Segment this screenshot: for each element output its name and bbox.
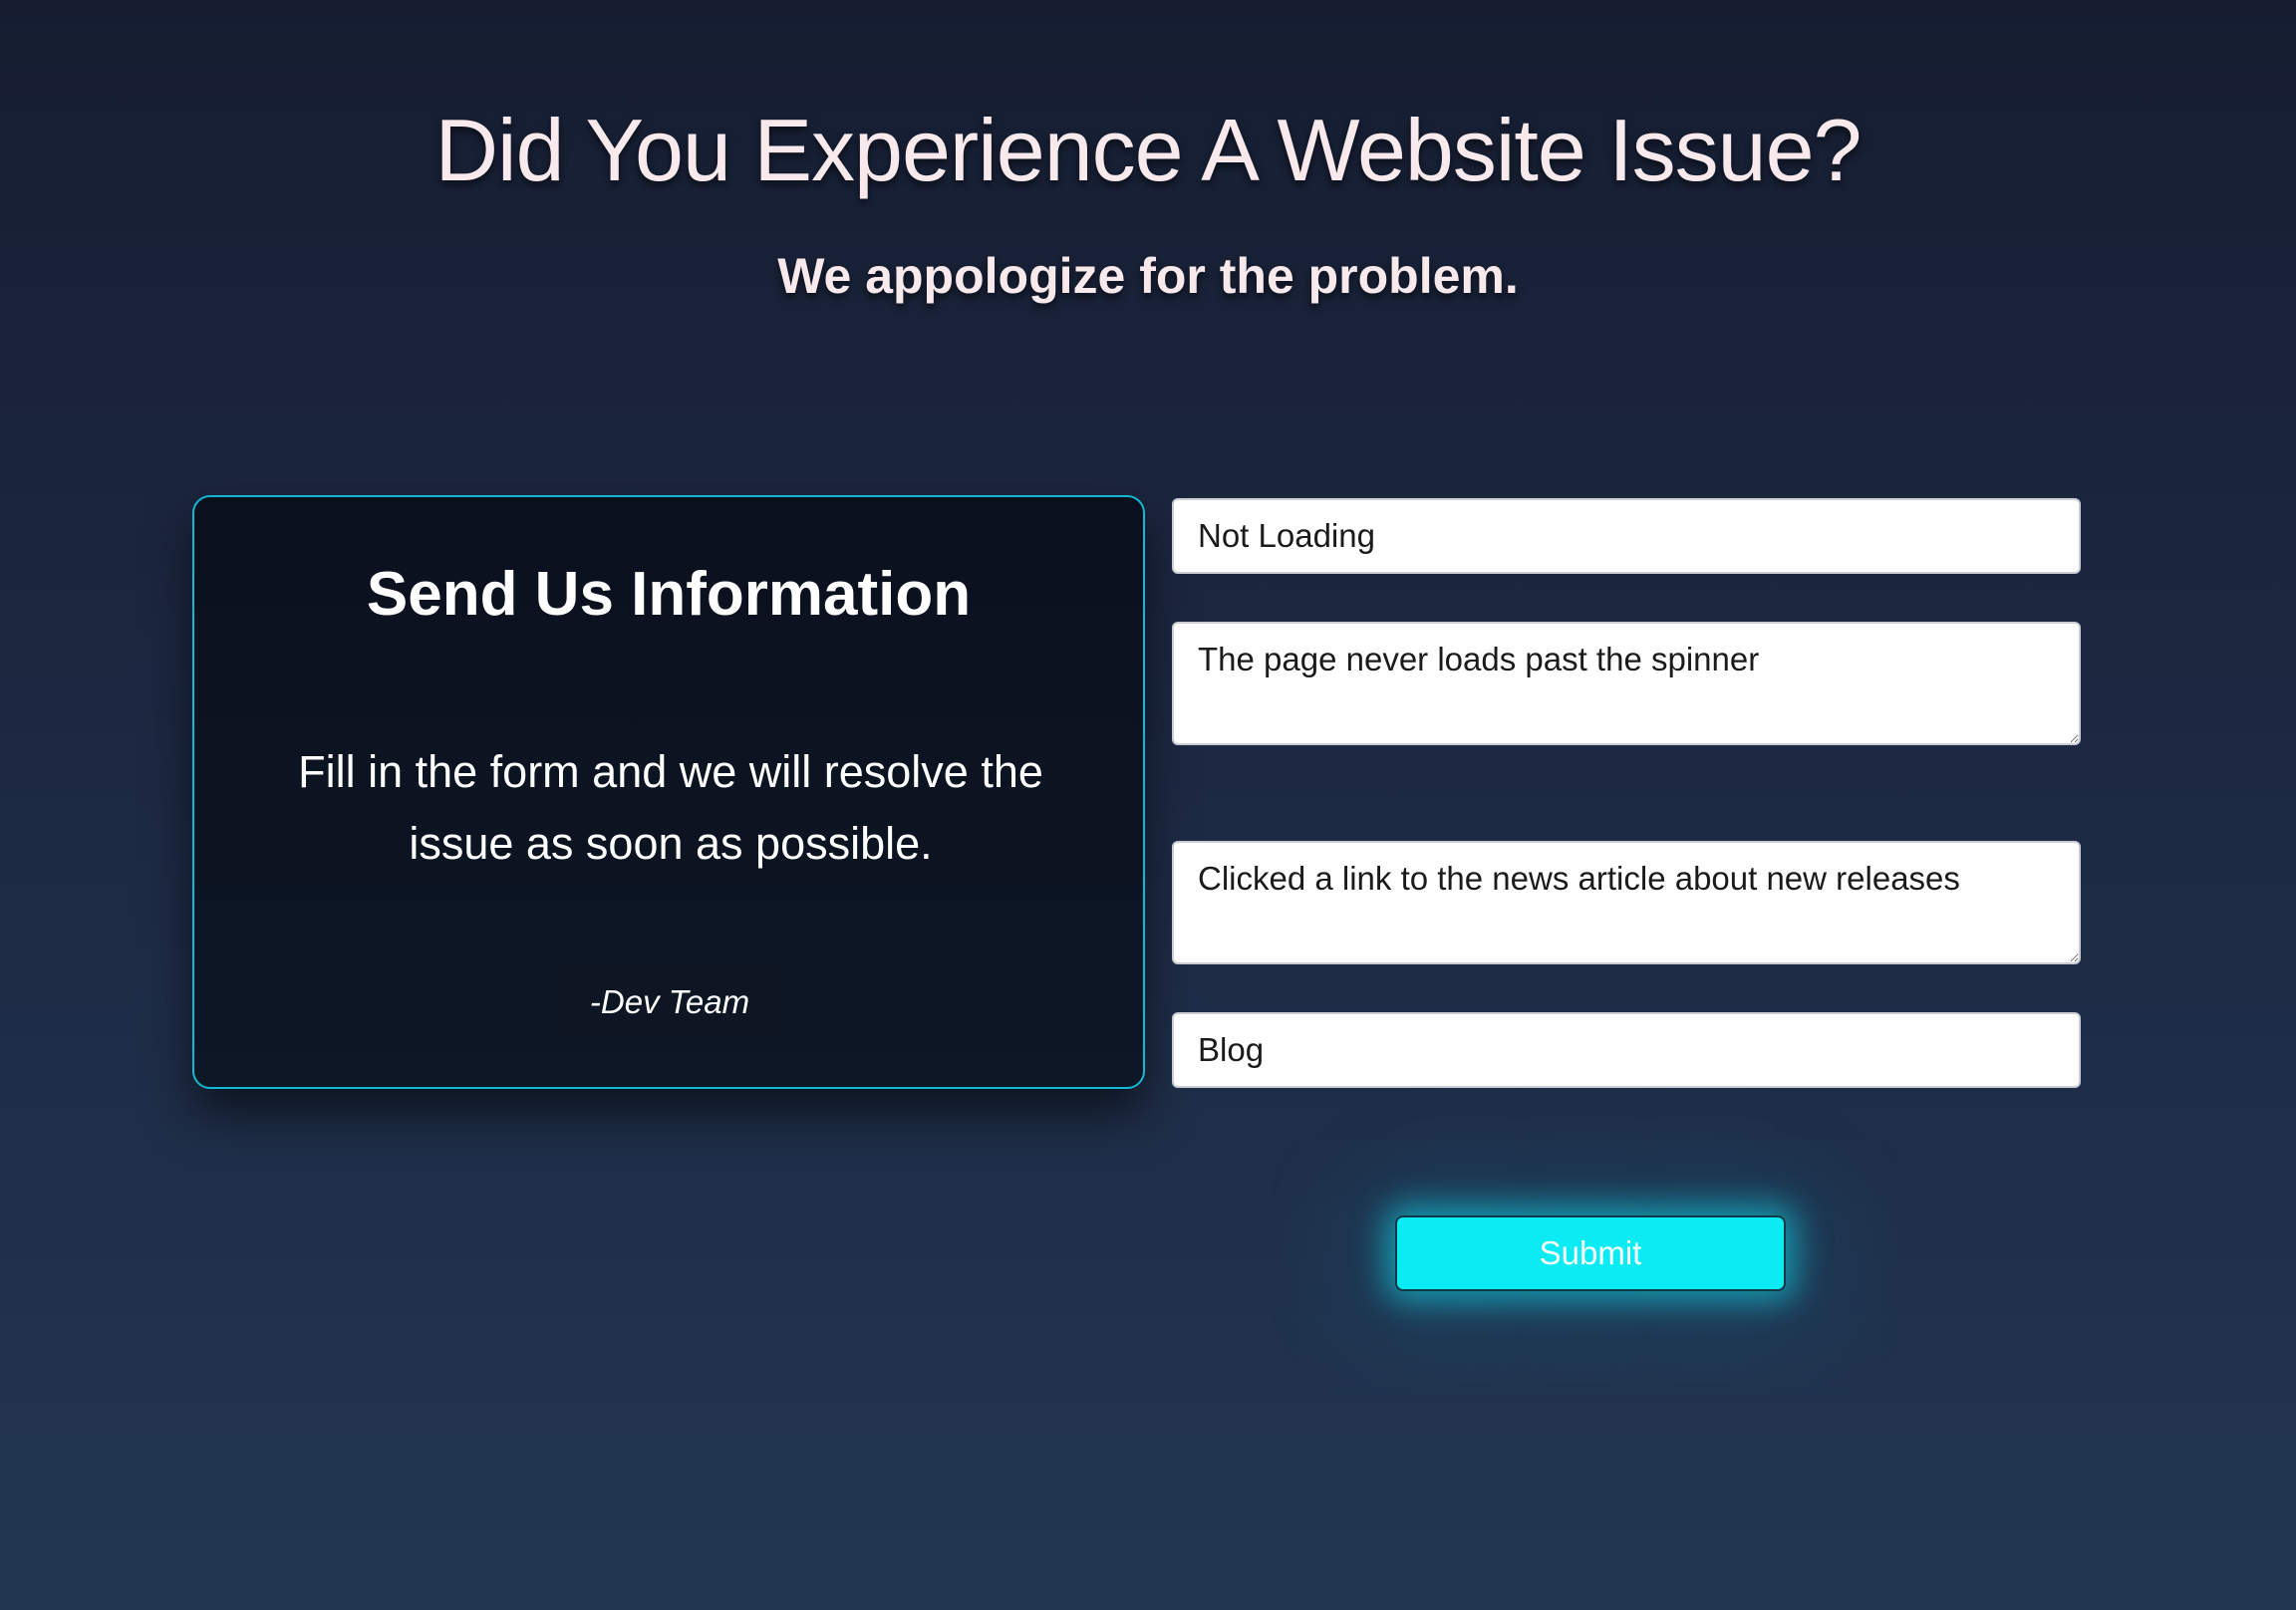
info-card: Send Us Information Fill in the form and… (192, 495, 1145, 1089)
card-body-text: Fill in the form and we will resolve the… (298, 746, 1043, 869)
page-title: Did You Experience A Website Issue? (434, 101, 1862, 199)
card-title: Send Us Information (366, 560, 972, 629)
problem-description-textarea[interactable]: The page never loads past the spinner (1172, 622, 2081, 745)
page-subtitle: We appologize for the problem. (777, 248, 1519, 304)
problem-type-input[interactable] (1172, 498, 2081, 574)
submit-button[interactable]: Submit (1395, 1215, 1786, 1291)
action-description-textarea[interactable]: Clicked a link to the news article about… (1172, 841, 2081, 964)
card-signature: -Dev Team (557, 963, 782, 1041)
page-section-input[interactable] (1172, 1012, 2081, 1088)
